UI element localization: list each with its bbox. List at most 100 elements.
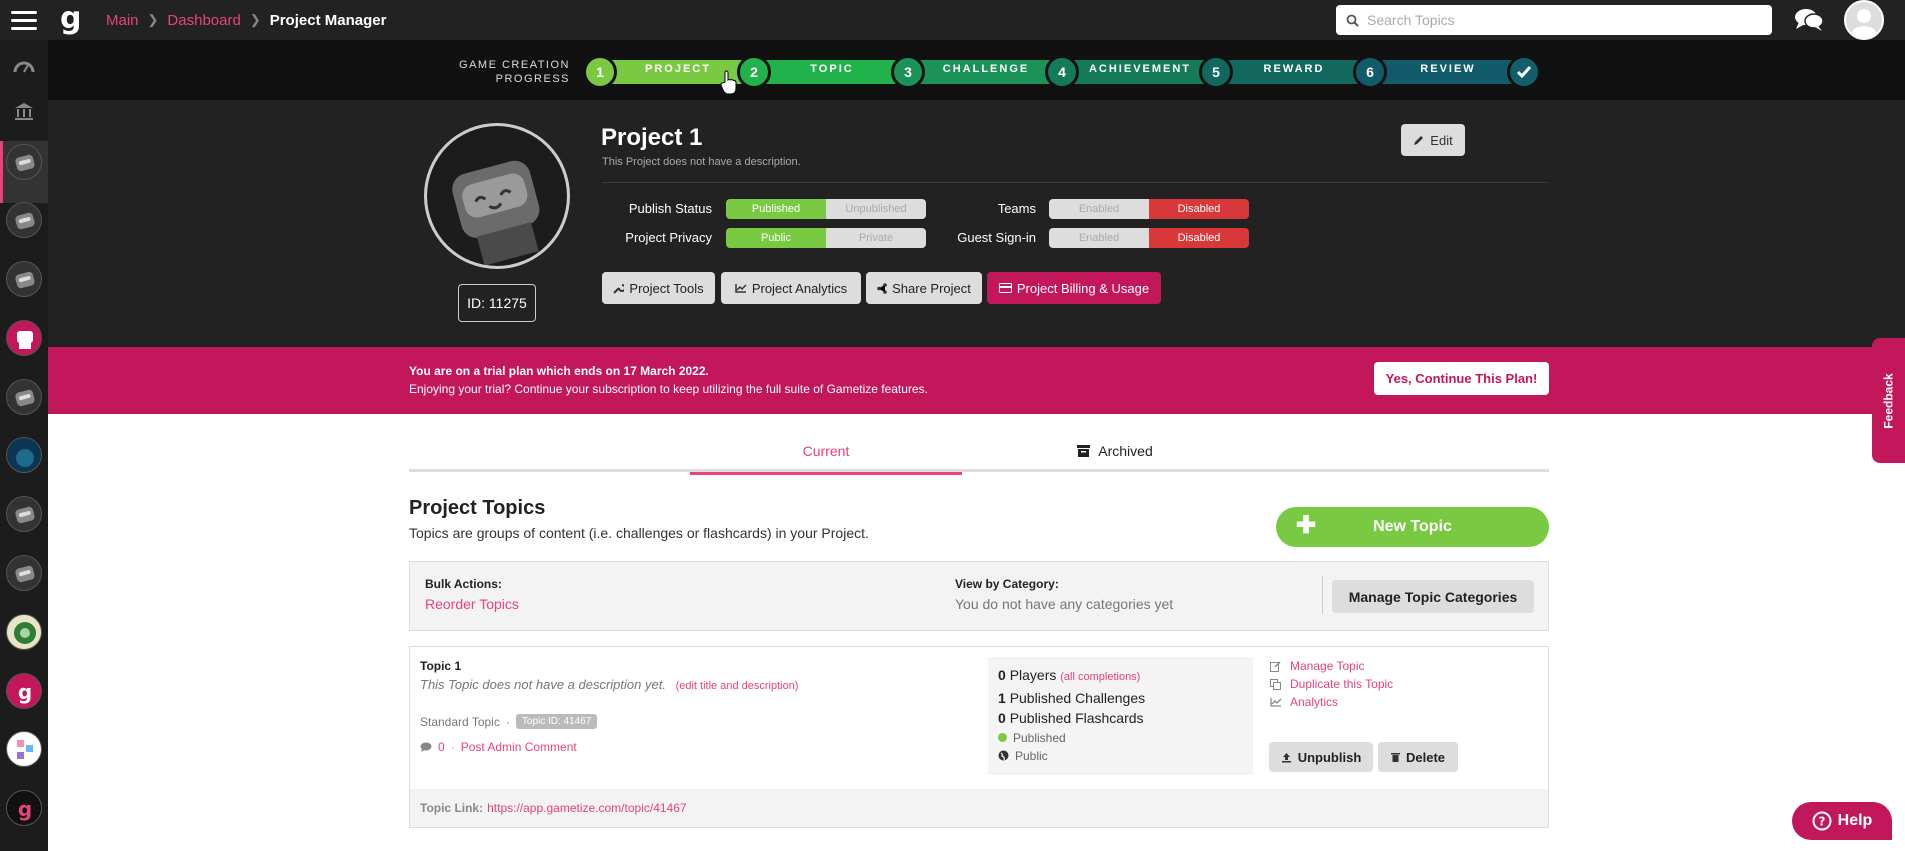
guest-signin-toggle[interactable]: Enabled Disabled: [1049, 228, 1249, 248]
tab-current-label: Current: [802, 443, 850, 459]
progress-step-3[interactable]: 3: [891, 55, 925, 89]
project-privacy-toggle[interactable]: Public Private: [726, 228, 926, 248]
project-billing-button[interactable]: Project Billing & Usage: [987, 272, 1161, 304]
breadcrumb-main[interactable]: Main: [106, 12, 139, 29]
teams-enabled[interactable]: Enabled: [1049, 199, 1149, 219]
topic-name[interactable]: Topic 1: [420, 659, 461, 673]
flashcards-stat: 0 Published Flashcards: [998, 708, 1243, 729]
progress-label-achievement[interactable]: ACHIEVEMENT: [1080, 63, 1200, 75]
progress-label-topic[interactable]: TOPIC: [772, 63, 892, 75]
privacy-private[interactable]: Private: [826, 228, 926, 248]
bulk-actions-label: Bulk Actions:: [425, 577, 502, 591]
reorder-topics-link[interactable]: Reorder Topics: [425, 596, 519, 612]
delete-button[interactable]: Delete: [1378, 742, 1458, 772]
progress-label-challenge[interactable]: CHALLENGE: [926, 63, 1046, 75]
topic-analytics-link[interactable]: Analytics: [1270, 693, 1393, 711]
manage-topic-link[interactable]: Manage Topic: [1270, 657, 1393, 675]
help-button[interactable]: ? Help: [1792, 802, 1892, 840]
privacy-public[interactable]: Public: [726, 228, 826, 248]
new-topic-button[interactable]: ✚ New Topic: [1276, 507, 1549, 547]
game-creation-progress: GAME CREATION PROGRESS 1 2 3 4 5 6 PROJE…: [48, 40, 1905, 100]
edit-title-link[interactable]: (edit title and description): [676, 680, 799, 692]
new-topic-label: New Topic: [1373, 518, 1452, 535]
project-analytics-button[interactable]: Project Analytics: [721, 272, 861, 304]
sidebar-project-avatar[interactable]: [6, 496, 42, 532]
feedback-tab[interactable]: Feedback: [1872, 338, 1905, 463]
topic-link-url[interactable]: https://app.gametize.com/topic/41467: [487, 801, 686, 815]
progress-label-reward[interactable]: REWARD: [1234, 63, 1354, 75]
sidebar-project-avatar[interactable]: [6, 614, 42, 650]
publish-off[interactable]: Unpublished: [826, 199, 926, 219]
breadcrumb-dashboard[interactable]: Dashboard: [167, 12, 240, 29]
user-avatar[interactable]: [1844, 0, 1884, 40]
gametize-logo[interactable]: g: [60, 4, 84, 35]
sidebar-project-avatar[interactable]: g: [6, 673, 42, 709]
sidebar-project-avatar[interactable]: [6, 555, 42, 591]
share-icon: [877, 282, 887, 294]
topic-link-bar: Topic Link: https://app.gametize.com/top…: [410, 789, 1548, 827]
menu-icon[interactable]: [0, 0, 48, 40]
sidebar-project-avatar[interactable]: [6, 261, 42, 297]
publish-on[interactable]: Published: [726, 199, 826, 219]
meta-separator: ·: [505, 714, 510, 729]
progress-step-4[interactable]: 4: [1045, 55, 1079, 89]
comment-count[interactable]: 0: [438, 740, 445, 754]
progress-step-6[interactable]: 6: [1353, 55, 1387, 89]
trial-banner: [48, 347, 1905, 414]
topic-id-badge: Topic ID: 41467: [515, 714, 598, 729]
topic-stats: 0 Players (all completions) 1 Published …: [988, 657, 1253, 775]
challenges-label: Published Challenges: [1009, 689, 1146, 706]
dashboard-icon[interactable]: [12, 56, 36, 80]
all-completions-link[interactable]: (all completions): [1060, 671, 1140, 683]
progress-step-done[interactable]: [1507, 55, 1541, 89]
project-id: ID: 11275: [458, 284, 536, 322]
continue-plan-button[interactable]: Yes, Continue This Plan!: [1374, 362, 1549, 395]
project-privacy-label: Project Privacy: [625, 230, 712, 245]
topic-privacy-label: Public: [1015, 748, 1048, 763]
post-admin-comment-link[interactable]: Post Admin Comment: [461, 740, 577, 754]
sidebar-project-avatar[interactable]: [6, 144, 42, 180]
progress-step-1[interactable]: 1: [583, 55, 617, 89]
share-project-button[interactable]: Share Project: [866, 272, 982, 304]
edit-button[interactable]: Edit: [1401, 124, 1465, 156]
players-count: 0: [998, 667, 1006, 683]
unpublish-button[interactable]: Unpublish: [1269, 742, 1373, 772]
manage-topic-categories-button[interactable]: Manage Topic Categories: [1332, 580, 1534, 613]
project-tools-button[interactable]: Project Tools: [602, 272, 715, 304]
copy-icon: [1270, 678, 1281, 690]
sidebar-project-avatar[interactable]: g: [6, 790, 42, 826]
institution-icon[interactable]: [12, 100, 36, 124]
teams-toggle[interactable]: Enabled Disabled: [1049, 199, 1249, 219]
progress-label-review[interactable]: REVIEW: [1388, 63, 1508, 75]
pencil-icon: [1414, 136, 1424, 145]
teams-disabled[interactable]: Disabled: [1149, 199, 1249, 219]
progress-step-2[interactable]: 2: [737, 55, 771, 89]
view-by-category-label: View by Category:: [955, 577, 1059, 591]
search-input[interactable]: [1367, 12, 1747, 28]
project-description: This Project does not have a description…: [602, 156, 801, 168]
sidebar-project-avatar[interactable]: [6, 379, 42, 415]
sidebar-project-avatar[interactable]: [6, 320, 42, 356]
meta-separator: ·: [450, 740, 455, 754]
tab-archived[interactable]: Archived: [962, 430, 1268, 472]
wrench-icon: [613, 283, 625, 294]
publish-status-label: Publish Status: [628, 201, 712, 216]
topic-meta: Standard Topic · Topic ID: 41467: [420, 714, 598, 729]
guest-enabled[interactable]: Enabled: [1049, 228, 1149, 248]
project-avatar[interactable]: [424, 123, 570, 269]
sidebar-project-avatar[interactable]: [6, 202, 42, 238]
guest-disabled[interactable]: Disabled: [1149, 228, 1249, 248]
svg-text:?: ?: [1818, 815, 1825, 829]
tab-archived-label: Archived: [1098, 443, 1153, 459]
sidebar-project-avatar[interactable]: [6, 437, 42, 473]
tab-current[interactable]: Current: [690, 430, 962, 475]
sidebar-project-avatar[interactable]: [6, 731, 42, 767]
search-box[interactable]: [1336, 5, 1772, 35]
bulk-actions-bar: Bulk Actions: Reorder Topics View by Cat…: [409, 561, 1549, 631]
duplicate-topic-link[interactable]: Duplicate this Topic: [1270, 675, 1393, 693]
chat-icon[interactable]: [1794, 8, 1824, 32]
flashcards-label: Published Flashcards: [1009, 710, 1144, 726]
publish-status-toggle[interactable]: Published Unpublished: [726, 199, 926, 219]
progress-label: GAME CREATION PROGRESS: [430, 58, 570, 86]
progress-step-5[interactable]: 5: [1199, 55, 1233, 89]
